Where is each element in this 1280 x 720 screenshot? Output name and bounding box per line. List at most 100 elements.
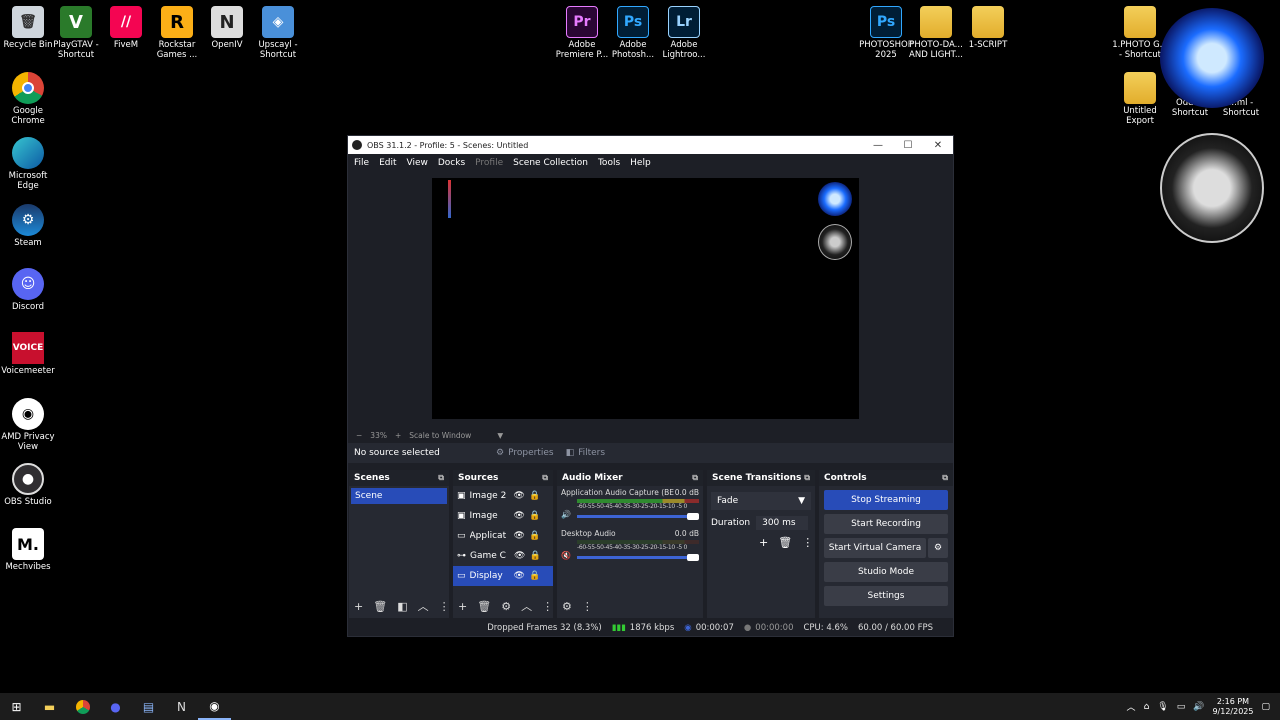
start-recording-button[interactable]: Start Recording bbox=[824, 514, 948, 534]
duration-input[interactable]: 300 ms bbox=[756, 516, 809, 530]
trash-icon[interactable]: 🗑 bbox=[477, 600, 491, 613]
chevron-up-icon[interactable]: ︿ bbox=[418, 598, 429, 614]
filters-button[interactable]: ◧ Filters bbox=[566, 448, 606, 458]
notification-icon[interactable]: ▢ bbox=[1261, 702, 1270, 712]
obs-taskbar-icon[interactable]: ◉ bbox=[198, 693, 231, 720]
chevron-up-icon[interactable]: ︿ bbox=[521, 598, 532, 614]
start-virtual-camera-button[interactable]: Start Virtual Camera bbox=[824, 538, 926, 558]
popout-icon[interactable]: ⧉ bbox=[438, 473, 444, 483]
documents-icon[interactable]: ▤ bbox=[132, 693, 165, 720]
desktop-icon-openiv[interactable]: N OpenIV bbox=[199, 6, 255, 50]
properties-button[interactable]: ⚙ Properties bbox=[496, 448, 554, 458]
eye-icon[interactable]: 👁 bbox=[514, 571, 525, 581]
speaker-muted-icon[interactable]: 🔇 bbox=[561, 551, 573, 560]
usb-icon[interactable]: ⌂ bbox=[1144, 702, 1150, 712]
eye-icon[interactable]: 👁 bbox=[514, 531, 525, 541]
add-transition-icon[interactable]: + bbox=[759, 536, 768, 549]
menu-docks[interactable]: Docks bbox=[438, 158, 465, 168]
speaker-icon[interactable]: 🔊 bbox=[561, 510, 573, 519]
popout-icon[interactable]: ⧉ bbox=[542, 473, 548, 483]
desktop-icon-rockstar[interactable]: R Rockstar Games ... bbox=[149, 6, 205, 60]
scene-item[interactable]: Scene bbox=[351, 488, 447, 504]
desktop-icon-photo-data[interactable]: PHOTO-DA... AND LIGHT... bbox=[908, 6, 964, 60]
studio-mode-button[interactable]: Studio Mode bbox=[824, 562, 948, 582]
menu-view[interactable]: View bbox=[407, 158, 428, 168]
menu-file[interactable]: File bbox=[354, 158, 369, 168]
popout-icon[interactable]: ⧉ bbox=[692, 473, 698, 483]
trash-icon[interactable]: 🗑 bbox=[373, 600, 387, 613]
advanced-audio-icon[interactable]: ⚙ bbox=[562, 600, 572, 613]
lock-icon[interactable]: 🔒 bbox=[529, 531, 540, 541]
preview-area[interactable] bbox=[348, 172, 941, 427]
obs-window[interactable]: OBS 31.1.2 - Profile: 5 - Scenes: Untitl… bbox=[347, 135, 954, 637]
chrome-taskbar-icon[interactable] bbox=[66, 693, 99, 720]
add-scene-icon[interactable]: + bbox=[354, 600, 363, 613]
eye-icon[interactable]: 👁 bbox=[514, 511, 525, 521]
desktop-icon-photoshop[interactable]: Ps Adobe Photosh... bbox=[605, 6, 661, 60]
preview-canvas[interactable] bbox=[432, 178, 859, 419]
discord-taskbar-icon[interactable]: ● bbox=[99, 693, 132, 720]
gear-icon[interactable]: ⚙ bbox=[501, 600, 511, 613]
desktop-icon-mechvibes[interactable]: M. Mechvibes bbox=[0, 528, 56, 572]
menu-help[interactable]: Help bbox=[630, 158, 651, 168]
desktop-icon-upscayl[interactable]: ◈ Upscayl - Shortcut bbox=[250, 6, 306, 60]
popout-icon[interactable]: ⧉ bbox=[942, 473, 948, 483]
openiv-taskbar-icon[interactable]: N bbox=[165, 693, 198, 720]
zoom-in-button[interactable]: + bbox=[395, 431, 401, 440]
maximize-icon[interactable]: ☐ bbox=[893, 140, 923, 151]
file-explorer-icon[interactable]: ▬ bbox=[33, 693, 66, 720]
desktop-icon-edge[interactable]: Microsoft Edge bbox=[0, 137, 56, 191]
desktop-icon-1-script[interactable]: 1-SCRIPT bbox=[960, 6, 1016, 50]
trash-icon[interactable]: 🗑 bbox=[778, 536, 792, 549]
lock-icon[interactable]: 🔒 bbox=[529, 491, 540, 501]
source-item[interactable]: ⊶ Game C 👁 🔒 bbox=[453, 546, 553, 566]
volume-slider[interactable] bbox=[577, 554, 699, 561]
filter-icon[interactable]: ◧ bbox=[397, 600, 407, 613]
chevron-up-icon[interactable]: ︿ bbox=[1127, 700, 1136, 713]
lock-icon[interactable]: 🔒 bbox=[529, 551, 540, 561]
source-item[interactable]: ▣ Image 2 👁 🔒 bbox=[453, 486, 553, 506]
more-icon[interactable]: ⋮ bbox=[582, 600, 593, 613]
desktop-icon-chrome[interactable]: Google Chrome bbox=[0, 72, 56, 126]
menu-scene-collection[interactable]: Scene Collection bbox=[513, 158, 588, 168]
clock[interactable]: 2:16 PM 9/12/2025 bbox=[1212, 697, 1253, 717]
lock-icon[interactable]: 🔒 bbox=[529, 511, 540, 521]
close-icon[interactable]: ✕ bbox=[923, 140, 953, 151]
more-icon[interactable]: ⋮ bbox=[542, 600, 553, 613]
desktop-icon-obs[interactable]: ● OBS Studio bbox=[0, 463, 56, 507]
more-icon[interactable]: ⋮ bbox=[439, 600, 450, 613]
settings-button[interactable]: Settings bbox=[824, 586, 948, 606]
desktop-icon-discord[interactable]: ☺ Discord bbox=[0, 268, 56, 312]
volume-slider[interactable] bbox=[577, 513, 699, 520]
desktop-icon-voicemeeter[interactable]: VOICE Voicemeeter bbox=[0, 332, 56, 376]
chevron-down-icon[interactable]: ▼ bbox=[497, 431, 503, 440]
lock-icon[interactable]: 🔒 bbox=[529, 571, 540, 581]
menu-tools[interactable]: Tools bbox=[598, 158, 620, 168]
volume-icon[interactable]: 🔊 bbox=[1193, 702, 1204, 712]
desktop-icon-fivem[interactable]: // FiveM bbox=[98, 6, 154, 50]
source-item[interactable]: ▭ Applicat 👁 🔒 bbox=[453, 526, 553, 546]
stop-streaming-button[interactable]: Stop Streaming bbox=[824, 490, 948, 510]
eye-icon[interactable]: 👁 bbox=[514, 491, 525, 501]
eye-icon[interactable]: 👁 bbox=[514, 551, 525, 561]
minimize-icon[interactable]: — bbox=[863, 140, 893, 151]
obs-titlebar[interactable]: OBS 31.1.2 - Profile: 5 - Scenes: Untitl… bbox=[348, 136, 953, 154]
transition-select[interactable]: Fade ▼ bbox=[711, 492, 811, 510]
source-item[interactable]: ▣ Image 👁 🔒 bbox=[453, 506, 553, 526]
menu-profile[interactable]: Profile bbox=[475, 158, 503, 168]
more-icon[interactable]: ⋮ bbox=[802, 536, 813, 549]
desktop-icon-amd-privacy-view[interactable]: ◉ AMD Privacy View bbox=[0, 398, 56, 452]
desktop-icon-photoshop-2025[interactable]: Ps PHOTOSHOP 2025 bbox=[858, 6, 914, 60]
source-item[interactable]: ▭ Display 👁 🔒 bbox=[453, 566, 553, 586]
zoom-mode-select[interactable]: Scale to Window bbox=[409, 431, 471, 440]
desktop-icon-playgtav[interactable]: V PlayGTAV - Shortcut bbox=[48, 6, 104, 60]
microphone-icon[interactable]: 🎙 bbox=[1157, 702, 1168, 712]
network-icon[interactable]: ▭ bbox=[1177, 702, 1186, 712]
popout-icon[interactable]: ⧉ bbox=[804, 473, 810, 483]
desktop-icon-steam[interactable]: ⚙ Steam bbox=[0, 204, 56, 248]
virtual-camera-settings-icon[interactable]: ⚙ bbox=[928, 538, 948, 558]
desktop-icon-untitled-export[interactable]: Untitled Export bbox=[1112, 72, 1168, 126]
desktop-icon-lightroom[interactable]: Lr Adobe Lightroo... bbox=[656, 6, 712, 60]
windows-start-icon[interactable]: ⊞ bbox=[0, 693, 33, 720]
desktop-icon-premiere[interactable]: Pr Adobe Premiere P... bbox=[554, 6, 610, 60]
